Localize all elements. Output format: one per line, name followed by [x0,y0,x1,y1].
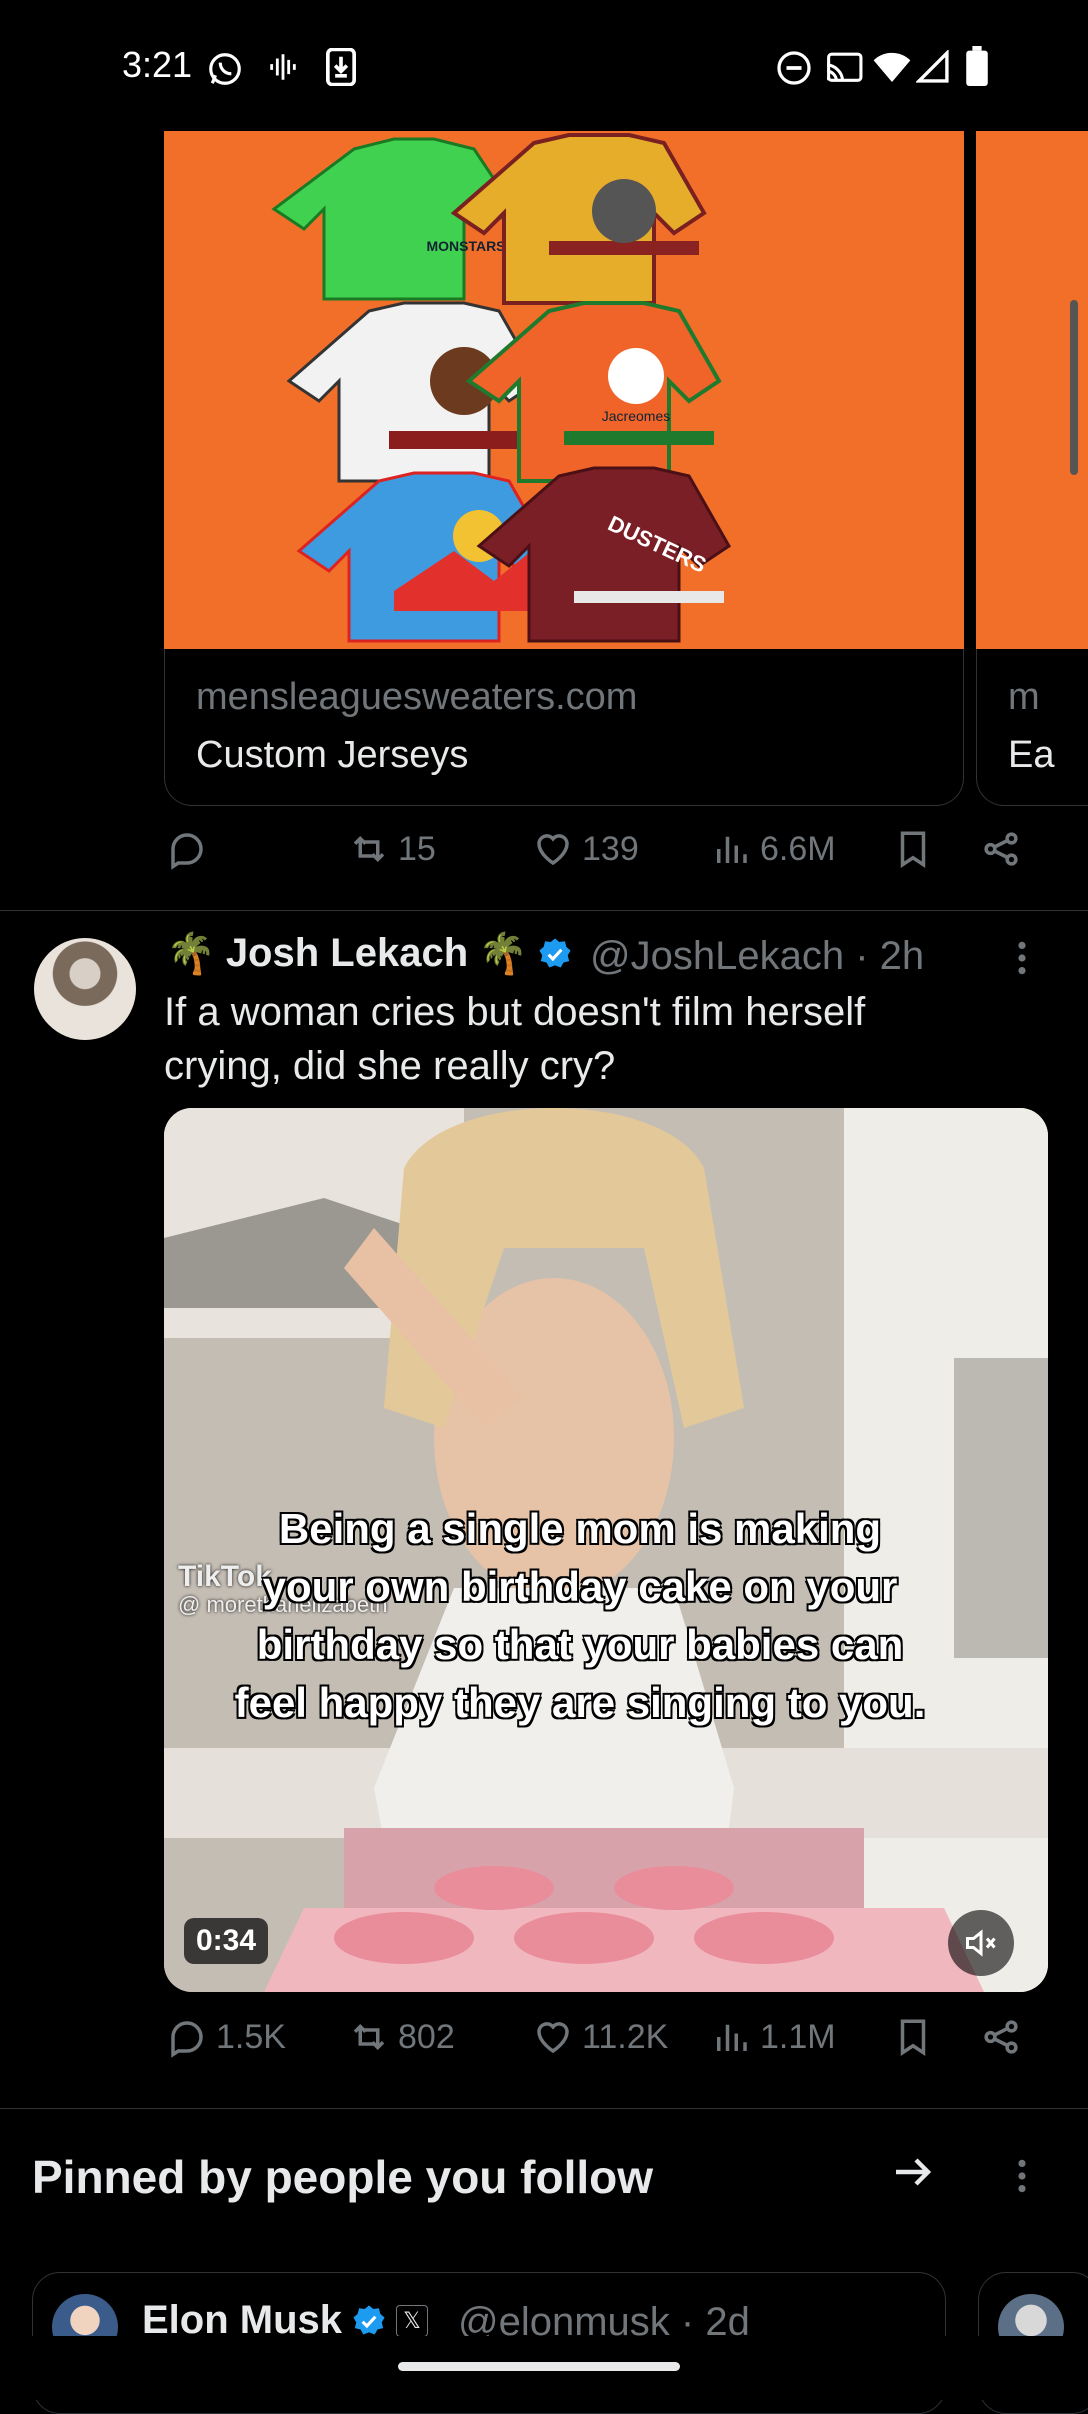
pinned-section-title: Pinned by people you follow [32,2151,654,2203]
link-card-body[interactable] [164,649,964,806]
section-divider [0,2108,1088,2109]
pinned-more-button[interactable] [1016,2158,1028,2204]
retweet-icon [353,2024,385,2050]
more-options-button[interactable] [1016,940,1028,986]
link-card-domain: mensleaguesweaters.com [196,676,638,718]
bookmark-icon [900,2019,926,2057]
verified-badge-icon [353,2304,385,2334]
views-button[interactable]: 6.6M [710,828,836,870]
bookmark-icon [900,831,926,869]
next-card-domain: m [1008,676,1040,718]
heart-icon [537,2022,569,2054]
like-button[interactable]: 139 [532,828,639,870]
author-name-row[interactable]: 🌴 Josh Lekach 🌴 [166,930,572,977]
mute-button[interactable] [948,1910,1014,1976]
video-caption: Being a single mom is making your own bi… [234,1505,926,1726]
share-icon [984,832,1018,866]
share-button[interactable] [980,828,1022,870]
more-vertical-icon [1018,941,1026,975]
author-handle: @JoshLekach [590,934,845,978]
more-vertical-icon [1018,2159,1026,2193]
pinned-see-more-button[interactable] [890,2148,938,2208]
palm-emoji-right: 🌴 [478,932,528,976]
battery-icon [966,46,988,92]
link-card-image[interactable]: MONSTARS Jacreomes DUSTERS [164,131,964,649]
views-icon [717,2024,747,2051]
voice-icon [266,50,300,90]
views-icon [717,836,747,863]
status-bar: 3:21 [0,0,1088,130]
heart-icon [537,834,569,866]
views-button[interactable]: 1.1M [710,2016,836,2058]
author-name: Josh Lekach [225,931,469,975]
like-count: 11.2K [582,2017,669,2056]
next-card-title: Ea [1008,734,1055,776]
jersey-text-monstars: MONSTARS [426,238,505,254]
x-affiliate-badge: 𝕏 [396,2304,429,2337]
status-time: 3:21 [122,44,193,85]
link-card-title: Custom Jerseys [196,734,469,776]
view-count: 1.1M [760,2017,836,2056]
jersey-text-jacreomes: Jacreomes [602,408,670,424]
reply-button[interactable]: 1.5K [166,2016,286,2058]
reply-button[interactable] [166,828,216,870]
jersey-yellow [450,133,707,305]
retweet-button[interactable]: 802 [348,2016,455,2058]
arrow-right-icon [896,2158,932,2186]
retweet-count: 802 [398,2017,455,2056]
like-count: 139 [582,829,639,868]
cast-icon [824,50,864,92]
tweet2-action-bar: 1.5K 802 11.2K 1.1M [0,2016,1088,2076]
reply-count: 1.5K [216,2017,286,2056]
bookmark-button[interactable] [892,2016,934,2058]
retweet-count: 15 [398,829,436,868]
signal-icon [914,48,950,90]
avatar[interactable] [34,938,136,1040]
palm-emoji-left: 🌴 [166,932,216,976]
reply-icon [171,833,203,870]
download-icon [326,47,356,92]
tweet-divider [0,910,1088,911]
mute-icon [966,1929,996,1957]
share-icon [984,2020,1018,2054]
tweet-time: · 2h [855,934,925,978]
whatsapp-icon [206,50,244,94]
like-button[interactable]: 11.2K [532,2016,668,2058]
dnd-icon [776,50,812,92]
video-duration: 0:34 [184,1918,269,1964]
scrollbar[interactable] [1070,300,1078,475]
reply-icon [171,2021,203,2058]
wifi-icon [872,50,912,90]
retweet-button[interactable]: 15 [348,828,436,870]
next-card-body[interactable] [976,649,1088,806]
tweet-text: If a woman cries but doesn't film hersel… [164,990,866,1088]
verified-badge-icon [539,937,571,967]
bookmark-button[interactable] [892,828,934,870]
author-handle-row[interactable]: @JoshLekach · 2h [590,934,924,979]
tweet1-action-bar: 15 139 6.6M [0,828,1088,888]
home-indicator[interactable] [398,2362,680,2371]
retweet-icon [353,836,385,862]
share-button[interactable] [980,2016,1022,2058]
view-count: 6.6M [760,829,836,868]
